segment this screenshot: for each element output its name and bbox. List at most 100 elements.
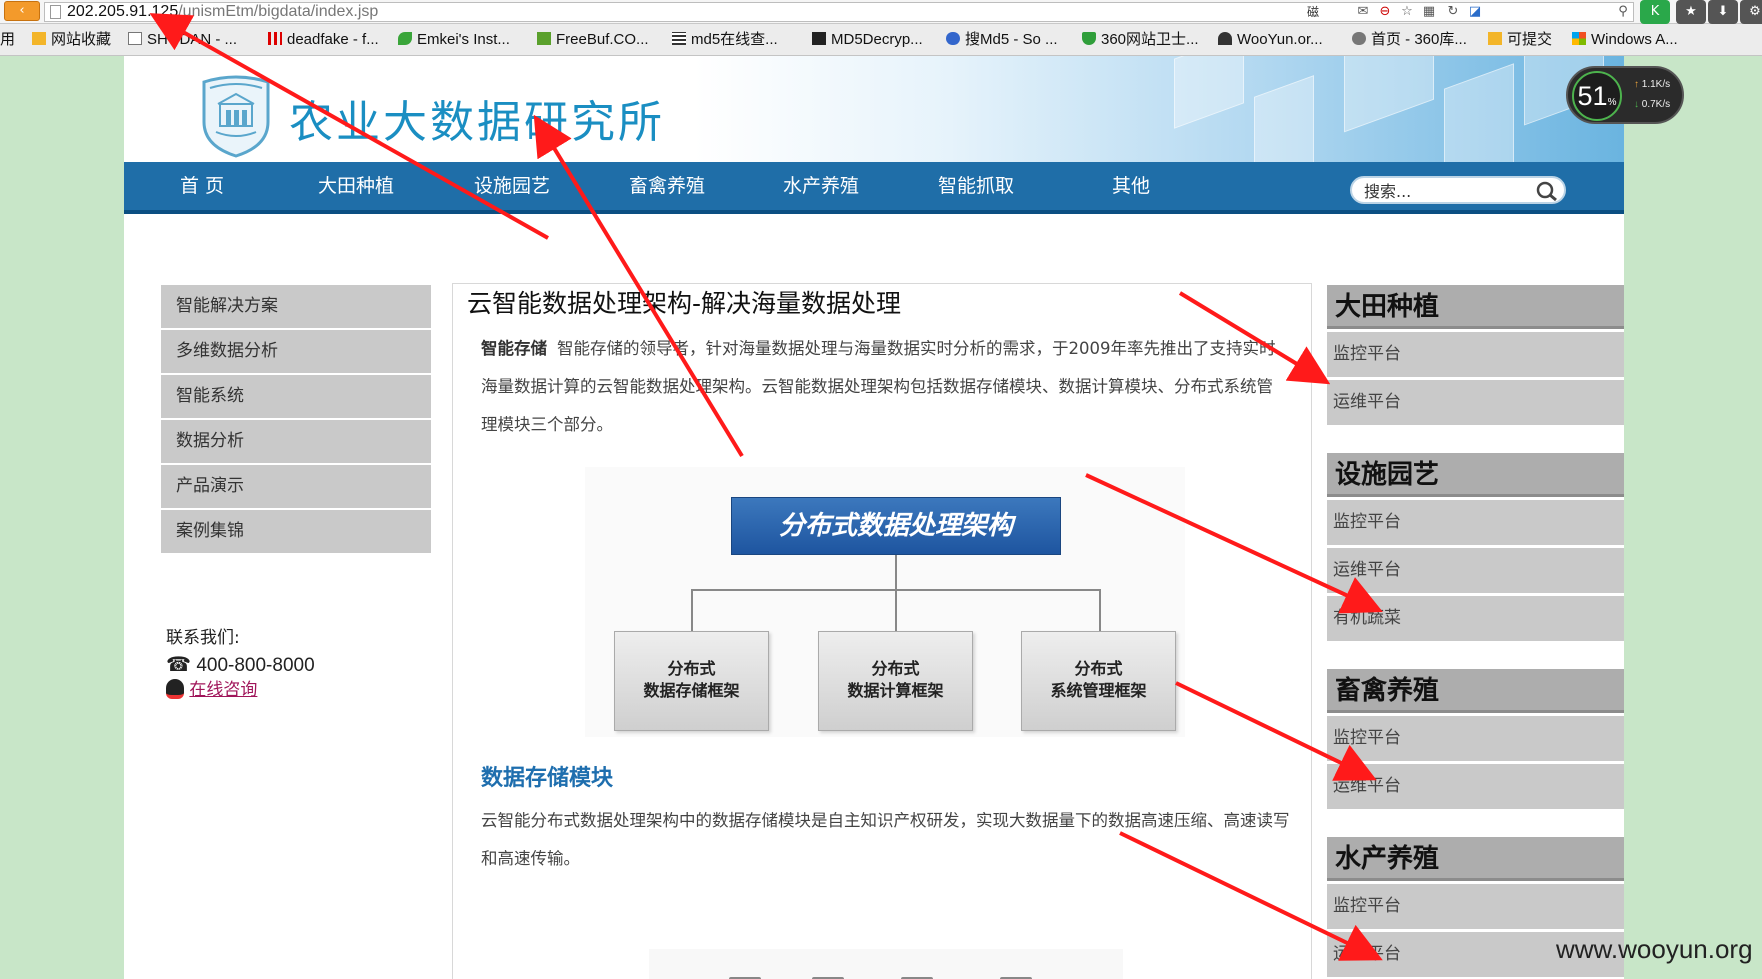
- search-icon[interactable]: ⚲: [1614, 3, 1632, 21]
- block-icon[interactable]: ⊖: [1376, 3, 1394, 21]
- bookmark-item[interactable]: Emkei's Inst...: [398, 30, 510, 50]
- category-heading: 畜禽养殖: [1327, 669, 1624, 713]
- link-ops-platform[interactable]: 运维平台: [1327, 380, 1624, 425]
- bookmark-item[interactable]: Windows A...: [1572, 30, 1678, 50]
- bookmark-label: 360网站卫士...: [1101, 31, 1199, 48]
- bookmark-item[interactable]: 用: [0, 30, 15, 50]
- bookmark-item[interactable]: 首页 - 360库...: [1352, 30, 1467, 50]
- ext-star-icon[interactable]: ★: [1676, 0, 1706, 24]
- freebuf-icon: [537, 32, 551, 45]
- page-icon: [128, 32, 142, 45]
- nav-home[interactable]: 首 页: [127, 162, 277, 210]
- bookmark-item[interactable]: WooYun.or...: [1218, 30, 1323, 50]
- link-monitor-platform[interactable]: 监控平台: [1327, 500, 1624, 545]
- bookmark-item[interactable]: FreeBuf.CO...: [537, 30, 649, 50]
- category-heading: 水产养殖: [1327, 837, 1624, 881]
- nav-smart-capture[interactable]: 智能抓取: [901, 162, 1051, 210]
- download-icon[interactable]: ⬇: [1708, 0, 1738, 24]
- download-speed: ↓ 0.7K/s: [1634, 99, 1670, 110]
- bookmark-item[interactable]: 网站收藏: [32, 30, 111, 50]
- sidebar-item-product-demo[interactable]: 产品演示: [161, 465, 431, 508]
- grid-menu-icon[interactable]: ▦: [1420, 3, 1438, 21]
- link-ops-platform[interactable]: 运维平台: [1327, 548, 1624, 593]
- intro-paragraph: 智能存储 智能存储的领导者，针对海量数据处理与海量数据实时分析的需求，于2009年…: [481, 330, 1281, 444]
- back-button[interactable]: ‹: [4, 1, 40, 21]
- nav-other[interactable]: 其他: [1056, 162, 1206, 210]
- nav-livestock[interactable]: 畜禽养殖: [592, 162, 742, 210]
- diagram-box-storage: 分布式 数据存储框架: [614, 631, 769, 731]
- search-input[interactable]: [1364, 180, 1524, 202]
- header-decoration: [1174, 56, 1244, 129]
- search-icon[interactable]: [1536, 181, 1558, 201]
- main-content: 云智能数据处理架构-解决海量数据处理 智能存储 智能存储的领导者，针对海量数据处理…: [452, 283, 1312, 979]
- section-heading: 数据存储模块: [481, 766, 614, 791]
- bookmark-item[interactable]: MD5Decryp...: [812, 30, 923, 50]
- translate-icon[interactable]: 磁: [1296, 3, 1330, 21]
- sidebar-item-data-analysis[interactable]: 数据分析: [161, 420, 431, 463]
- box-line: 分布式: [1074, 659, 1123, 678]
- mail-icon[interactable]: ✉: [1354, 3, 1372, 21]
- shield-icon: [1082, 32, 1096, 45]
- search-box: [1350, 176, 1566, 204]
- contact-phone-row: ☎ 400-800-8000: [166, 651, 315, 677]
- category-horticulture: 设施园艺 监控平台 运维平台 有机蔬菜: [1327, 453, 1624, 641]
- nav-field-crops[interactable]: 大田种植: [281, 162, 431, 210]
- sidebar-item-smart-system[interactable]: 智能系统: [161, 375, 431, 418]
- bookmark-item[interactable]: deadfake - f...: [268, 30, 379, 50]
- bookmark-label: deadfake - f...: [287, 31, 379, 48]
- sidebar-item-smart-solutions[interactable]: 智能解决方案: [161, 285, 431, 328]
- sidebar-item-case-collection[interactable]: 案例集锦: [161, 510, 431, 553]
- folder-icon: [1488, 32, 1502, 45]
- contact-consult-row: 在线咨询: [166, 677, 315, 703]
- url-path: /unismEtm/bigdata/index.jsp: [178, 3, 379, 20]
- link-monitor-platform[interactable]: 监控平台: [1327, 884, 1624, 929]
- box-line: 分布式: [667, 659, 716, 678]
- site-page: 农业大数据研究所 首 页 大田种植 设施园艺 畜禽养殖 水产养殖 智能抓取 其他…: [124, 56, 1624, 979]
- phone-icon: ☎: [166, 652, 191, 676]
- link-monitor-platform[interactable]: 监控平台: [1327, 332, 1624, 377]
- intro-lead: 智能存储: [481, 339, 547, 358]
- box-line: 分布式: [871, 659, 920, 678]
- ext-k-icon[interactable]: K: [1640, 0, 1670, 24]
- link-monitor-platform[interactable]: 监控平台: [1327, 716, 1624, 761]
- header-decoration: [1444, 63, 1514, 162]
- bookmark-label: md5在线查...: [691, 31, 778, 48]
- diagram-top-box: 分布式数据处理架构: [731, 497, 1061, 555]
- diagram-connector: [1099, 589, 1101, 631]
- app-icon[interactable]: ◪: [1466, 3, 1484, 21]
- bookmark-label: 用: [0, 31, 16, 48]
- bookmark-item[interactable]: md5在线查...: [672, 30, 778, 50]
- bookmark-item[interactable]: 可提交: [1488, 30, 1552, 50]
- wooyun-icon: [1218, 32, 1232, 45]
- network-speed-widget[interactable]: 51% ↑ 1.1K/s ↓ 0.7K/s: [1566, 66, 1684, 124]
- storage-diagram: [649, 949, 1123, 979]
- category-heading: 设施园艺: [1327, 453, 1624, 497]
- category-livestock: 畜禽养殖 监控平台 运维平台: [1327, 669, 1624, 809]
- bookmark-label: 网站收藏: [51, 31, 112, 48]
- dark-square-icon: [812, 32, 826, 45]
- link-ops-platform[interactable]: 运维平台: [1327, 764, 1624, 809]
- bookmark-item[interactable]: 搜Md5 - So ...: [946, 30, 1058, 50]
- settings-icon[interactable]: ⚙: [1740, 0, 1762, 24]
- bookmark-label: SHODAN - ...: [147, 31, 238, 48]
- contact-label: 联系我们:: [166, 628, 240, 648]
- windows-icon: [1572, 32, 1586, 45]
- bookmark-item[interactable]: 360网站卫士...: [1082, 30, 1199, 50]
- sidebar-item-multidim-analysis[interactable]: 多维数据分析: [161, 330, 431, 373]
- bookmark-label: 可提交: [1507, 31, 1553, 48]
- qq-penguin-icon: [166, 679, 184, 699]
- nav-horticulture[interactable]: 设施园艺: [437, 162, 587, 210]
- online-consult-link[interactable]: 在线咨询: [189, 680, 257, 700]
- nav-aquaculture[interactable]: 水产养殖: [746, 162, 896, 210]
- green-leaf-icon: [398, 32, 412, 45]
- url-field[interactable]: 202.205.91.125/unismEtm/bigdata/index.js…: [44, 2, 1634, 22]
- contact-phone: 400-800-8000: [196, 655, 315, 676]
- star-icon[interactable]: ☆: [1398, 3, 1416, 21]
- header-decoration: [1344, 56, 1434, 133]
- bookmark-item[interactable]: SHODAN - ...: [128, 30, 237, 50]
- diagram-connector: [691, 589, 693, 631]
- refresh-icon[interactable]: ↻: [1444, 3, 1462, 21]
- speed-percent: 51: [1577, 81, 1608, 111]
- speed-unit: %: [1607, 97, 1617, 108]
- link-organic-vegetables[interactable]: 有机蔬菜: [1327, 596, 1624, 641]
